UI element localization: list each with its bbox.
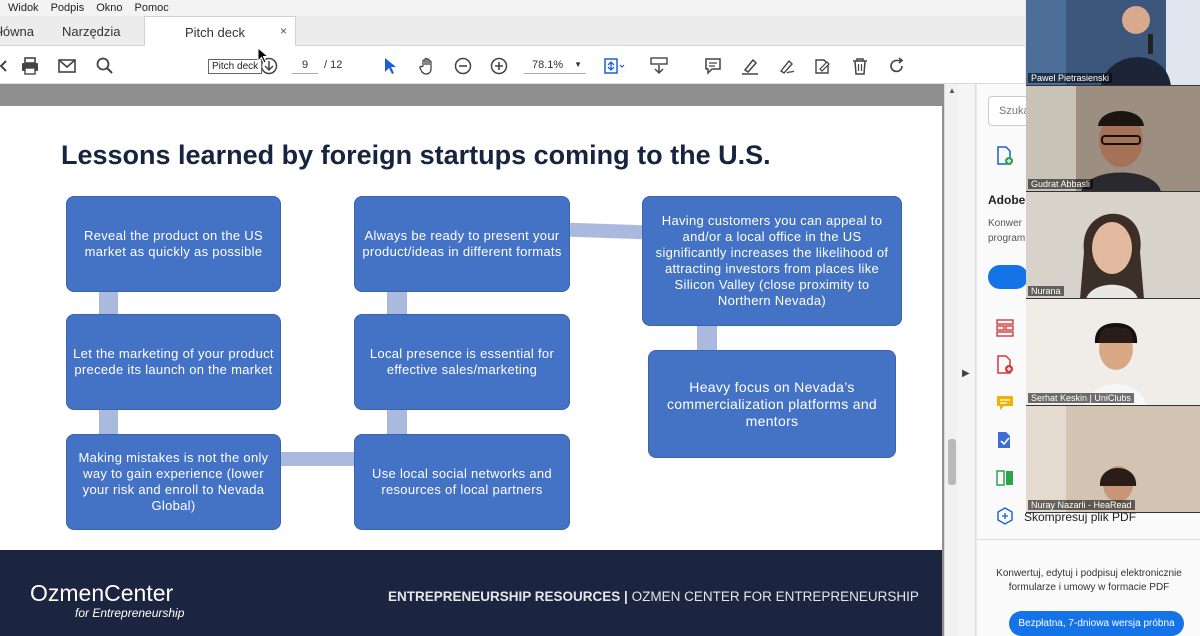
connector xyxy=(569,222,643,240)
tab-document[interactable]: Pitch deck × xyxy=(144,16,296,47)
tab-home[interactable]: łówna xyxy=(0,16,36,46)
connector xyxy=(99,410,118,434)
slide-title: Lessons learned by foreign startups comi… xyxy=(61,140,771,170)
participant-thumbnail xyxy=(1026,299,1200,405)
scroll-mode-icon[interactable] xyxy=(648,55,670,77)
promo-button[interactable] xyxy=(988,265,1028,289)
participant-video[interactable]: Nuray Nazarli - HeaRead xyxy=(1026,406,1200,513)
vertical-scrollbar[interactable]: ▲ xyxy=(944,84,958,636)
fill-sign-icon[interactable] xyxy=(812,55,834,77)
participant-thumbnail xyxy=(1026,192,1200,298)
compress-pdf-icon[interactable] xyxy=(995,506,1015,526)
slide-footer: OzmenCenter for Entrepreneurship ENTREPR… xyxy=(0,550,942,636)
comment-tool-icon[interactable] xyxy=(995,393,1015,413)
caret-down-icon: ▼ xyxy=(574,60,582,69)
participant-name: Serhat Keskin | UniClubs xyxy=(1028,393,1134,403)
create-pdf-icon[interactable] xyxy=(995,146,1015,166)
promo-line-1: Konwer xyxy=(988,218,1022,229)
menu-bar: Widok Podpis Okno Pomoc xyxy=(0,0,1025,16)
zoom-out-icon[interactable] xyxy=(452,55,474,77)
select-cursor-icon[interactable] xyxy=(379,55,401,77)
tab-tools[interactable]: Narzędzia xyxy=(62,16,132,46)
connector xyxy=(280,452,354,466)
delete-icon[interactable] xyxy=(849,55,871,77)
free-trial-button[interactable]: Bezpłatna, 7-dniowa wersja próbna xyxy=(1009,611,1184,636)
mouse-cursor-icon xyxy=(257,46,270,70)
comment-icon[interactable] xyxy=(702,55,724,77)
lesson-box: Let the marketing of your product preced… xyxy=(66,314,281,410)
zoom-in-icon[interactable] xyxy=(488,55,510,77)
panel-collapse-handle[interactable]: ▶ xyxy=(958,84,976,636)
connector xyxy=(99,292,118,314)
close-icon[interactable]: × xyxy=(280,24,287,38)
compare-files-icon[interactable] xyxy=(995,468,1015,488)
participant-thumbnail xyxy=(1026,406,1200,512)
send-for-signature-icon[interactable] xyxy=(995,430,1015,450)
menu-sign[interactable]: Podpis xyxy=(51,2,85,14)
menu-view[interactable]: Widok xyxy=(8,2,39,14)
menu-window[interactable]: Okno xyxy=(96,2,122,14)
highlight-icon[interactable] xyxy=(739,55,761,77)
participant-name: Gudrat Abbasli xyxy=(1028,179,1094,189)
promo-heading: Adobe xyxy=(988,193,1026,207)
connector xyxy=(697,326,717,350)
divider xyxy=(977,539,1200,540)
tab-document-label: Pitch deck xyxy=(185,24,245,40)
connector xyxy=(387,410,407,434)
participant-name: Pawel Pietrasienski xyxy=(1028,73,1113,83)
lesson-box: Having customers you can appeal to and/o… xyxy=(642,196,902,326)
search-icon[interactable] xyxy=(94,55,116,77)
lesson-box: Reveal the product on the US market as q… xyxy=(66,196,281,292)
print-icon[interactable] xyxy=(19,55,41,77)
lesson-box: Heavy focus on Nevada’s commercializatio… xyxy=(648,350,896,458)
lesson-box: Making mistakes is not the only way to g… xyxy=(66,434,281,530)
page-number-input[interactable]: 9 xyxy=(292,56,318,74)
participant-video[interactable]: Serhat Keskin | UniClubs xyxy=(1026,299,1200,406)
lesson-box: Always be ready to present your product/… xyxy=(354,196,570,292)
promo-line-2: program xyxy=(988,233,1026,244)
tooltip: Pitch deck xyxy=(208,59,263,74)
draw-sign-icon[interactable] xyxy=(776,55,798,77)
rotate-icon[interactable] xyxy=(886,55,908,77)
slide-page: Lessons learned by foreign startups comi… xyxy=(0,106,942,636)
participant-video[interactable]: Pawel Pietrasienski xyxy=(1026,0,1200,86)
brand-logo-text: OzmenCenter xyxy=(30,580,174,606)
organize-pages-icon[interactable] xyxy=(995,318,1015,338)
chevron-left-icon[interactable] xyxy=(0,55,14,77)
chevron-right-icon: ▶ xyxy=(962,368,970,379)
trial-promo-text: Konwertuj, edytuj i podpisuj elektronicz… xyxy=(996,568,1182,593)
document-viewer[interactable]: Lessons learned by foreign startups comi… xyxy=(0,84,944,636)
brand-tagline: for Entrepreneurship xyxy=(75,606,185,620)
export-pdf-icon[interactable] xyxy=(995,355,1015,375)
lesson-box: Use local social networks and resources … xyxy=(354,434,570,530)
participant-video[interactable]: Gudrat Abbasli xyxy=(1026,86,1200,192)
tab-bar: łówna Narzędzia Pitch deck × xyxy=(0,16,1025,47)
scroll-up-icon[interactable]: ▲ xyxy=(948,86,956,95)
lesson-box: Local presence is essential for effectiv… xyxy=(354,314,570,410)
zoom-value: 78.1% xyxy=(532,59,564,71)
toolbar: 9 / 12 78.1% ▼ xyxy=(0,46,1025,84)
footer-caption-rest: OZMEN CENTER FOR ENTREPRENEURSHIP xyxy=(627,589,919,604)
hand-tool-icon[interactable] xyxy=(416,55,438,77)
footer-caption: ENTREPRENEURSHIP RESOURCES | OZMEN CENTE… xyxy=(388,589,919,604)
menu-help[interactable]: Pomoc xyxy=(135,2,169,14)
mail-icon[interactable] xyxy=(56,55,78,77)
page-total: / 12 xyxy=(324,59,343,71)
connector xyxy=(387,292,407,314)
scrollbar-thumb[interactable] xyxy=(948,439,956,485)
footer-caption-bold: ENTREPRENEURSHIP RESOURCES | xyxy=(388,589,628,604)
participant-video[interactable]: Nurana xyxy=(1026,192,1200,299)
participant-name: Nuray Nazarli - HeaRead xyxy=(1028,500,1135,510)
participant-name: Nurana xyxy=(1028,286,1064,296)
participant-thumbnail xyxy=(1026,86,1200,191)
fit-page-icon[interactable] xyxy=(603,55,625,77)
zoom-select[interactable]: 78.1% ▼ xyxy=(524,56,586,74)
